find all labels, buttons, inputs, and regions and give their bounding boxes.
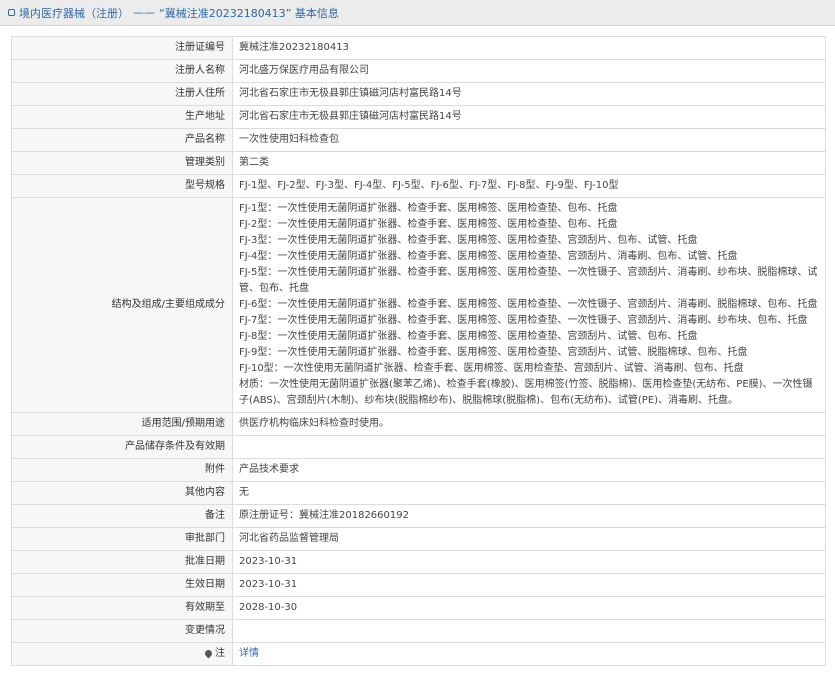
field-value: 冀械注准20232180413 [232, 36, 826, 60]
table-row: 生产地址 河北省石家庄市无极县郭庄镇磁河店村富民路14号 [11, 105, 826, 129]
field-value: 2023-10-31 [232, 550, 826, 574]
structure-line: FJ-4型：一次性使用无菌阴道扩张器、检查手套、医用棉签、医用检查垫、宫颈刮片、… [239, 251, 738, 262]
structure-line: FJ-3型：一次性使用无菌阴道扩张器、检查手套、医用棉签、医用检查垫、宫颈刮片、… [239, 235, 698, 246]
table-row: 其他内容 无 [11, 481, 826, 505]
field-value: 河北省石家庄市无极县郭庄镇磁河店村富民路14号 [232, 82, 826, 106]
table-row: 产品储存条件及有效期 [11, 435, 826, 459]
table-row: 生效日期 2023-10-31 [11, 573, 826, 597]
table-row: 产品名称 一次性使用妇科检查包 [11, 128, 826, 152]
table-row: 备注 原注册证号：冀械注准20182660192 [11, 504, 826, 528]
field-label: 审批部门 [11, 527, 233, 551]
field-value: 供医疗机构临床妇科检查时使用。 [232, 412, 826, 436]
field-value: 河北省石家庄市无极县郭庄镇磁河店村富民路14号 [232, 105, 826, 129]
table-row: 注册人住所 河北省石家庄市无极县郭庄镇磁河店村富民路14号 [11, 82, 826, 106]
table-row: 注册证编号 冀械注准20232180413 [11, 36, 826, 60]
table-row: 结构及组成/主要组成成分 FJ-1型：一次性使用无菌阴道扩张器、检查手套、医用棉… [11, 197, 826, 413]
field-value: 河北盛万保医疗用品有限公司 [232, 59, 826, 83]
structure-value: FJ-1型：一次性使用无菌阴道扩张器、检查手套、医用棉签、医用检查垫、包布、托盘… [232, 197, 826, 413]
field-label: 备注 [11, 504, 233, 528]
table-row: 审批部门 河北省药品监督管理局 [11, 527, 826, 551]
field-value: 原注册证号：冀械注准20182660192 [232, 504, 826, 528]
field-label: 结构及组成/主要组成成分 [11, 197, 233, 413]
structure-line: 材质：一次性使用无菌阴道扩张器(聚苯乙烯)、检查手套(橡胶)、医用棉签(竹签、脱… [239, 379, 813, 406]
field-label: 其他内容 [11, 481, 233, 505]
table-row: 适用范围/预期用途 供医疗机构临床妇科检查时使用。 [11, 412, 826, 436]
field-value: FJ-1型、FJ-2型、FJ-3型、FJ-4型、FJ-5型、FJ-6型、FJ-7… [232, 174, 826, 198]
field-label: 批准日期 [11, 550, 233, 574]
field-label: 附件 [11, 458, 233, 482]
detail-table-container: 注册证编号 冀械注准20232180413 注册人名称 河北盛万保医疗用品有限公… [11, 36, 826, 666]
field-label: 生效日期 [11, 573, 233, 597]
note-label-cell: 注 [11, 642, 233, 666]
field-value [232, 435, 826, 459]
detail-table: 注册证编号 冀械注准20232180413 注册人名称 河北盛万保医疗用品有限公… [11, 36, 826, 666]
structure-line: FJ-6型：一次性使用无菌阴道扩张器、检查手套、医用棉签、医用检查垫、一次性镊子… [239, 299, 818, 310]
breadcrumb-title: “冀械注准20232180413” 基本信息 [159, 6, 339, 20]
field-value: 第二类 [232, 151, 826, 175]
structure-line: FJ-7型：一次性使用无菌阴道扩张器、检查手套、医用棉签、医用检查垫、一次性镊子… [239, 315, 808, 326]
field-label: 型号规格 [11, 174, 233, 198]
details-link[interactable]: 详情 [239, 648, 259, 659]
field-label: 产品储存条件及有效期 [11, 435, 233, 459]
field-label: 注册人住所 [11, 82, 233, 106]
field-value: 一次性使用妇科检查包 [232, 128, 826, 152]
table-row: 注 详情 [11, 642, 826, 666]
field-value: 河北省药品监督管理局 [232, 527, 826, 551]
field-value [232, 619, 826, 643]
field-label: 有效期至 [11, 596, 233, 620]
table-row: 管理类别 第二类 [11, 151, 826, 175]
note-value-cell: 详情 [232, 642, 826, 666]
location-pin-icon [203, 648, 214, 658]
field-label: 变更情况 [11, 619, 233, 643]
table-row: 型号规格 FJ-1型、FJ-2型、FJ-3型、FJ-4型、FJ-5型、FJ-6型… [11, 174, 826, 198]
table-row: 附件 产品技术要求 [11, 458, 826, 482]
field-label: 注册人名称 [11, 59, 233, 83]
structure-line: FJ-1型：一次性使用无菌阴道扩张器、检查手套、医用棉签、医用检查垫、包布、托盘 [239, 203, 618, 214]
field-label: 产品名称 [11, 128, 233, 152]
field-label: 管理类别 [11, 151, 233, 175]
field-label: 注册证编号 [11, 36, 233, 60]
structure-line: FJ-5型：一次性使用无菌阴道扩张器、检查手套、医用棉签、医用检查垫、一次性镊子… [239, 267, 818, 294]
breadcrumb-separator: —— [133, 6, 155, 19]
structure-line: FJ-8型：一次性使用无菌阴道扩张器、检查手套、医用棉签、医用检查垫、宫颈刮片、… [239, 331, 698, 342]
field-value: 无 [232, 481, 826, 505]
field-label: 注 [215, 648, 225, 659]
field-label: 适用范围/预期用途 [11, 412, 233, 436]
field-value: 2023-10-31 [232, 573, 826, 597]
table-row: 批准日期 2023-10-31 [11, 550, 826, 574]
structure-line: FJ-2型：一次性使用无菌阴道扩张器、检查手套、医用棉签、医用检查垫、包布、托盘 [239, 219, 618, 230]
field-label: 生产地址 [11, 105, 233, 129]
table-row: 有效期至 2028-10-30 [11, 596, 826, 620]
breadcrumb-bar: 境内医疗器械（注册） —— “冀械注准20232180413” 基本信息 [0, 0, 835, 26]
field-value: 产品技术要求 [232, 458, 826, 482]
structure-line: FJ-10型：一次性使用无菌阴道扩张器、检查手套、医用棉签、医用检查垫、宫颈刮片… [239, 363, 744, 374]
table-row: 变更情况 [11, 619, 826, 643]
square-bullet-icon [8, 9, 15, 16]
structure-line: FJ-9型：一次性使用无菌阴道扩张器、检查手套、医用棉签、医用检查垫、宫颈刮片、… [239, 347, 748, 358]
table-row: 注册人名称 河北盛万保医疗用品有限公司 [11, 59, 826, 83]
breadcrumb-category[interactable]: 境内医疗器械（注册） [19, 5, 129, 21]
field-value: 2028-10-30 [232, 596, 826, 620]
